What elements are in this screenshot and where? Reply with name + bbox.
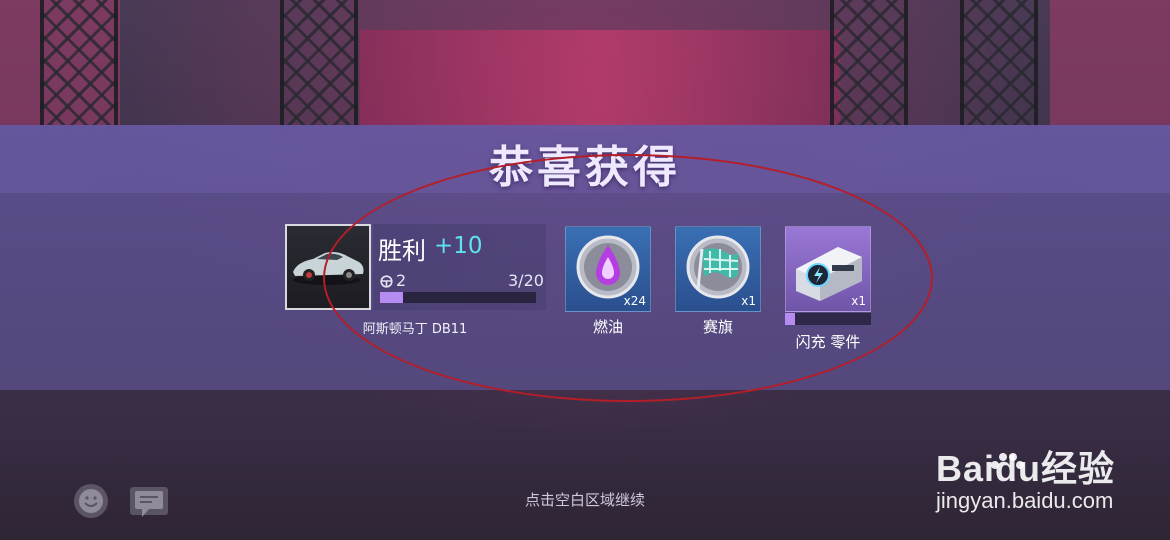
baidu-watermark: Bai du经验 jingyan.baidu.com bbox=[936, 440, 1146, 520]
steering-wheel-icon bbox=[380, 275, 393, 288]
item-count: x1 bbox=[741, 294, 756, 308]
item-flash-charge-part[interactable]: x1 bbox=[785, 226, 871, 312]
background-truss-mid-left bbox=[280, 0, 358, 130]
background-truss-mid-right bbox=[830, 0, 908, 130]
item-count: x1 bbox=[851, 294, 866, 308]
car-name: 阿斯顿马丁 DB11 bbox=[362, 322, 468, 337]
watermark-brand-suffix: 经验 bbox=[1041, 448, 1116, 489]
car-thumbnail[interactable] bbox=[285, 224, 371, 310]
item-name: 燃油 bbox=[592, 318, 623, 336]
car-progress-fill bbox=[380, 292, 404, 303]
emoji-icon bbox=[79, 489, 103, 513]
background-truss-right bbox=[960, 0, 1038, 130]
chat-button[interactable] bbox=[130, 487, 168, 517]
item-progress-bar bbox=[785, 313, 871, 325]
victory-label: 胜利 bbox=[378, 237, 426, 265]
chat-bubble-icon bbox=[135, 491, 163, 517]
car-progress-bar bbox=[380, 292, 536, 303]
car-icon bbox=[293, 252, 364, 285]
watermark-url: jingyan.baidu.com bbox=[936, 488, 1114, 513]
car-level: 2 bbox=[396, 271, 407, 290]
car-progress-text: 3/20 bbox=[508, 271, 544, 290]
dialog-title: 恭喜获得 bbox=[489, 142, 681, 193]
item-count: x24 bbox=[623, 294, 646, 308]
background-stage-banner bbox=[360, 30, 840, 130]
victory-bonus: +10 bbox=[434, 233, 483, 259]
item-fuel[interactable]: x24 bbox=[565, 226, 651, 312]
item-name: 赛旗 bbox=[702, 318, 733, 336]
watermark-brand: Bai du经验 bbox=[936, 440, 1115, 492]
background-banner-right bbox=[1050, 0, 1170, 125]
item-name: 闪充 零件 bbox=[795, 333, 861, 351]
item-progress-fill bbox=[785, 313, 796, 325]
emoji-button[interactable] bbox=[74, 484, 108, 518]
background-truss-left bbox=[40, 0, 118, 130]
item-race-flag[interactable]: x1 bbox=[675, 226, 761, 312]
paw-icon bbox=[991, 453, 1025, 469]
